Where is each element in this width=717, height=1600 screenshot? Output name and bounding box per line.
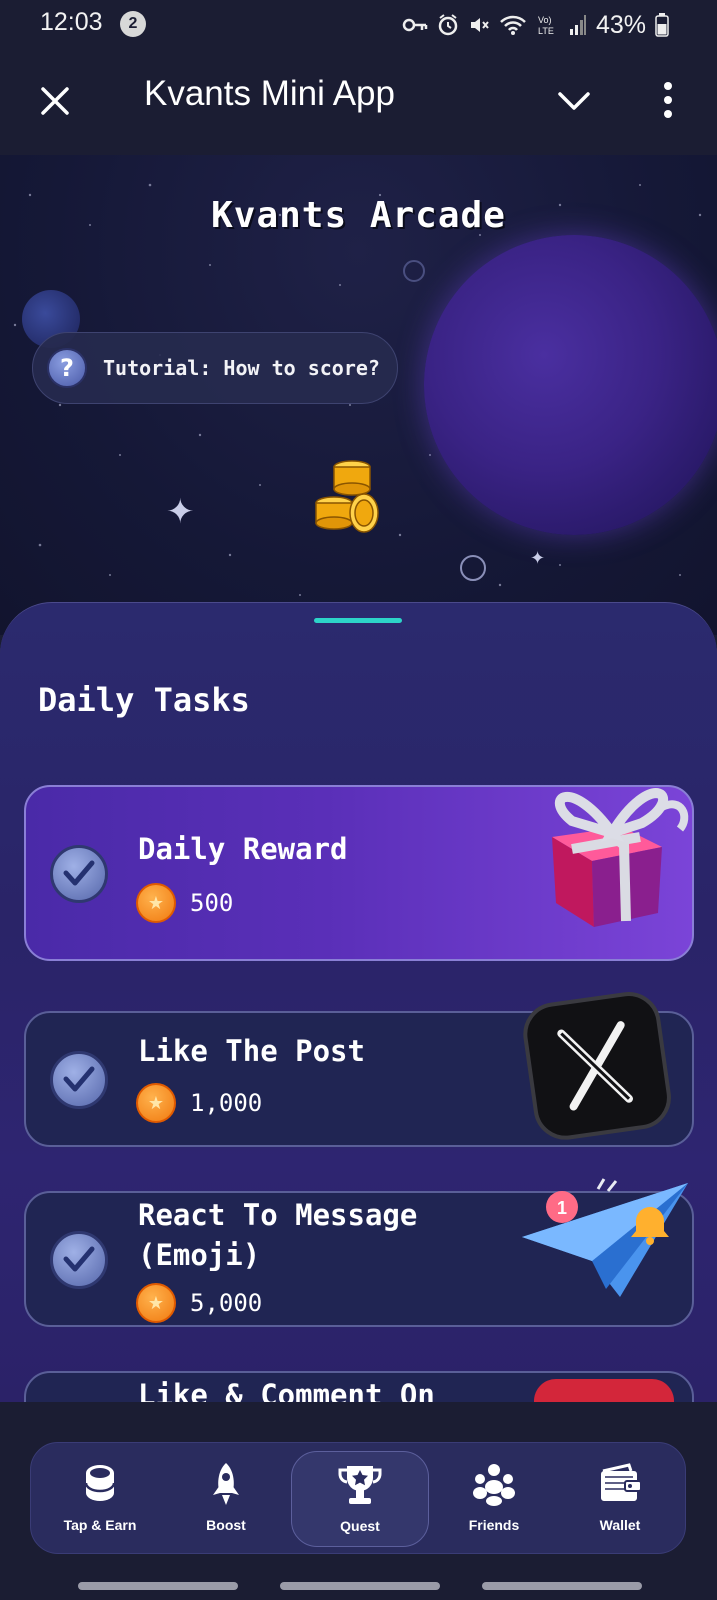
sparkle-icon: ✦ xyxy=(166,492,195,532)
status-time: 12:03 xyxy=(40,8,103,36)
planet-graphic xyxy=(424,235,717,535)
hero-title: Kvants Arcade xyxy=(211,195,506,236)
task-card-like-comment[interactable]: Like & Comment On xyxy=(24,1371,694,1402)
nav-boost[interactable]: Boost xyxy=(161,1443,291,1555)
gesture-bar-left xyxy=(78,1582,238,1590)
question-icon: ? xyxy=(47,348,87,388)
chevron-down-icon[interactable] xyxy=(556,84,592,118)
task-reward: ★ 500 xyxy=(136,883,233,923)
friends-icon xyxy=(473,1464,515,1506)
battery-percent: 43% xyxy=(595,10,646,39)
wifi-icon xyxy=(500,15,526,35)
task-card-daily-reward[interactable]: Daily Reward ★ 500 xyxy=(24,785,694,961)
check-icon xyxy=(50,845,108,903)
bottom-nav: Tap & Earn Boost Quest Friends Wallet xyxy=(30,1442,686,1554)
gesture-bar-center xyxy=(280,1582,440,1590)
nav-label: Quest xyxy=(340,1518,380,1534)
tutorial-label: Tutorial: How to score? xyxy=(103,356,380,380)
svg-text:Vo): Vo) xyxy=(538,15,552,25)
task-title: Like The Post xyxy=(138,1034,365,1068)
reward-amount: 500 xyxy=(190,889,234,917)
reward-amount: 1,000 xyxy=(190,1089,263,1117)
app-title: Kvants Mini App xyxy=(144,74,395,113)
task-title-line-2: (Emoji) xyxy=(138,1238,261,1272)
status-bar: 12:03 2 Vo) LTE 43% xyxy=(0,0,717,50)
svg-text:LTE: LTE xyxy=(538,26,554,36)
sheet-drag-handle[interactable] xyxy=(314,618,402,623)
red-badge-graphic xyxy=(534,1379,674,1402)
svg-text:1: 1 xyxy=(557,1198,567,1218)
coin-icon: ★ xyxy=(136,883,176,923)
key-icon xyxy=(402,18,428,32)
nav-wallet[interactable]: Wallet xyxy=(555,1443,685,1555)
volte-icon: Vo)LTE xyxy=(538,15,554,36)
nav-label: Friends xyxy=(468,1517,520,1533)
task-reward: ★ 5,000 xyxy=(136,1283,262,1323)
status-icons: Vo) LTE 43% xyxy=(402,10,669,40)
reward-amount: 5,000 xyxy=(190,1289,263,1317)
coin-icon: ★ xyxy=(136,1083,176,1123)
gift-box-graphic xyxy=(552,788,689,927)
nav-tap-earn[interactable]: Tap & Earn xyxy=(35,1443,165,1555)
coin-icon: ★ xyxy=(136,1283,176,1323)
section-title: Daily Tasks xyxy=(38,681,250,719)
signal-icon xyxy=(569,15,586,35)
coin-stack-icon xyxy=(84,1465,116,1501)
wallet-icon xyxy=(601,1463,642,1501)
notification-count-badge: 2 xyxy=(120,11,146,37)
nav-label: Boost xyxy=(206,1517,246,1533)
battery-icon xyxy=(655,13,669,37)
gesture-bar-right xyxy=(482,1582,642,1590)
task-card-react-message[interactable]: React To Message (Emoji) ★ 5,000 1 xyxy=(24,1178,694,1327)
task-title-line-1: React To Message xyxy=(138,1198,418,1232)
sparkle-icon: ✦ xyxy=(530,548,546,569)
task-reward: ★ 1,000 xyxy=(136,1083,262,1123)
nav-friends[interactable]: Friends xyxy=(429,1443,559,1555)
nav-label: Tap & Earn xyxy=(63,1517,137,1533)
coin-stack-graphic xyxy=(315,460,379,533)
task-title: Like & Comment On xyxy=(138,1378,435,1402)
rocket-icon xyxy=(213,1463,239,1505)
alarm-icon xyxy=(438,14,458,36)
ring-graphic xyxy=(403,260,425,282)
arcade-hero: ✦ ✦ Kvants Arcade ? Tutorial: How to sco… xyxy=(0,155,717,635)
bottom-nav-area: Tap & Earn Boost Quest Friends Wallet xyxy=(0,1402,717,1570)
close-icon[interactable] xyxy=(38,84,72,118)
tutorial-button[interactable]: ? Tutorial: How to score? xyxy=(32,332,398,404)
nav-label: Wallet xyxy=(599,1517,641,1533)
x-logo-graphic xyxy=(523,992,671,1140)
mute-icon xyxy=(470,18,489,32)
ring-graphic xyxy=(460,555,486,581)
telegram-plane-graphic: 1 xyxy=(522,1178,688,1297)
app-header: Kvants Mini App xyxy=(0,50,717,155)
task-title: Daily Reward xyxy=(138,832,348,866)
check-icon xyxy=(50,1051,108,1109)
check-icon xyxy=(50,1231,108,1289)
tasks-sheet[interactable]: Daily Tasks Daily Reward ★ 500 Like The … xyxy=(0,602,717,1402)
trophy-icon xyxy=(338,1466,382,1504)
more-vertical-icon[interactable] xyxy=(656,80,680,120)
nav-quest[interactable]: Quest xyxy=(291,1451,429,1547)
task-card-like-post[interactable]: Like The Post ★ 1,000 xyxy=(24,992,694,1147)
